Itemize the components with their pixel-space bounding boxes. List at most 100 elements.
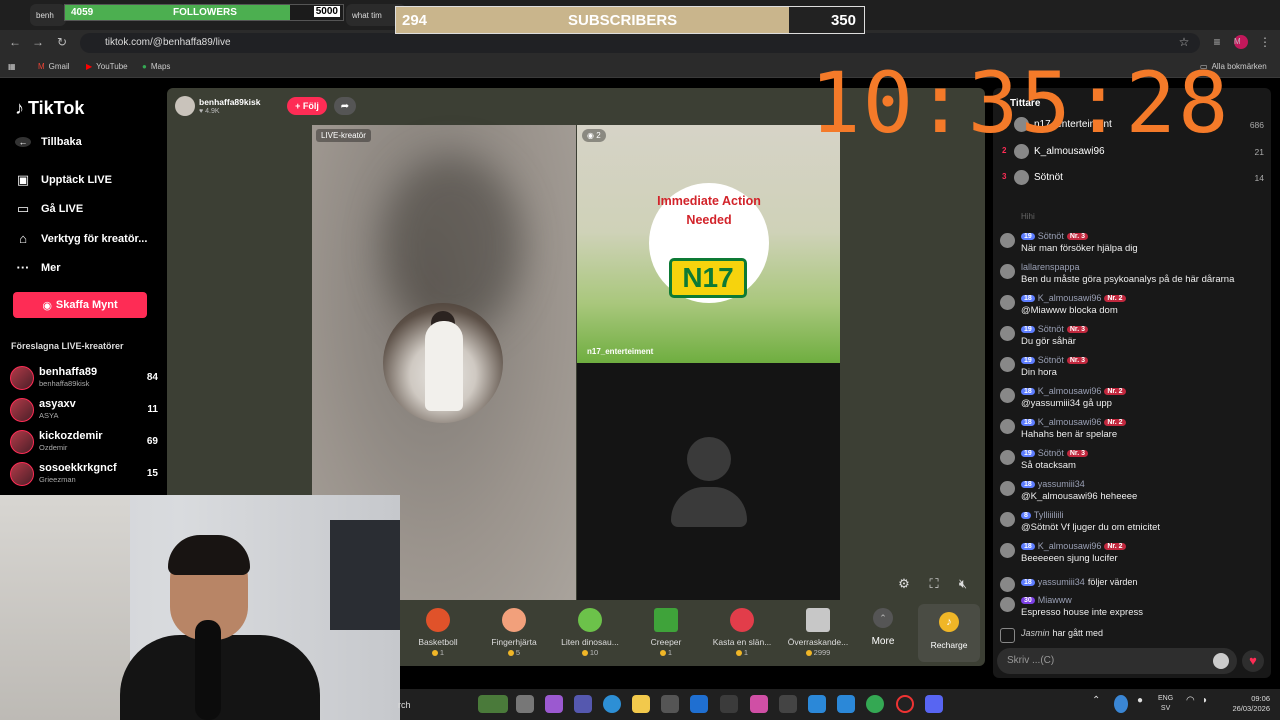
gift-item[interactable]: Creeper 1 [628, 608, 704, 657]
photos-icon[interactable] [808, 695, 826, 713]
time: 09:06 [1251, 694, 1270, 703]
message-text: Du gör såhär [1021, 336, 1076, 347]
fullscreen-icon[interactable]: ⛶ [926, 576, 942, 592]
heart-icon[interactable]: ♥ [1242, 650, 1264, 672]
get-coins-button[interactable]: ◉ Skaffa Mynt [13, 292, 147, 318]
message-text: Hahahs ben är spelare [1021, 429, 1118, 440]
store-icon[interactable] [661, 695, 679, 713]
gift-item[interactable]: Liten dinosau... 10 [552, 608, 628, 657]
emoji-icon[interactable] [1213, 653, 1229, 669]
nav-item-discover-live[interactable]: ▣ Upptäck LIVE [15, 172, 112, 188]
bookmark-maps[interactable]: ● Maps [142, 62, 170, 71]
chat-message: 18 K_almousawi96 Nr. 2 Beeeeeen sjung lucif… [1000, 541, 1265, 567]
chat-username[interactable]: lallarenspappa [1021, 262, 1080, 272]
chat-username[interactable]: Sötnöt [1038, 324, 1064, 334]
chat-username[interactable]: Sötnöt [1038, 231, 1064, 241]
mute-icon[interactable]: 🔇︎ [955, 576, 971, 592]
chat-message: lallarenspappa Ben du måste göra psykoana… [1000, 262, 1265, 288]
chat-input[interactable]: Skriv ...(C) [997, 648, 1237, 674]
copilot-icon[interactable] [545, 695, 563, 713]
chat-username[interactable]: Miawww [1038, 595, 1072, 605]
chrome-icon[interactable] [866, 695, 884, 713]
forward-arrow-icon[interactable]: → [29, 33, 47, 51]
star-icon[interactable]: ☆ [1175, 33, 1193, 51]
settings-gear-icon[interactable]: ⚙ [896, 576, 912, 592]
discord-icon[interactable] [925, 695, 943, 713]
chat-username[interactable]: yassumiii34 [1038, 577, 1085, 587]
teams-icon[interactable] [574, 695, 592, 713]
bookmark-youtube[interactable]: ▶ YouTube [86, 62, 128, 71]
tray-app-icon[interactable] [1114, 695, 1128, 713]
menu-kebab-icon[interactable]: ⋮ [1256, 33, 1274, 51]
chat-username[interactable]: yassumiii34 [1038, 479, 1085, 489]
chat-username[interactable]: K_almousawi96 [1038, 541, 1102, 551]
ranking-row[interactable]: 3 Sötnöt 14 [1000, 168, 1270, 188]
extensions-icon[interactable]: ≡ [1208, 33, 1226, 51]
tiktok-logo[interactable]: ♪ TikTok [15, 98, 84, 119]
rank-badge: Nr. 2 [1104, 542, 1126, 550]
mail-icon[interactable] [690, 695, 708, 713]
level-badge: 18 [1021, 294, 1035, 302]
follow-button[interactable]: + Följ [287, 97, 327, 115]
reload-icon[interactable]: ↻ [53, 33, 71, 51]
volume-icon[interactable]: ◗ [1202, 695, 1214, 713]
share-arrow-icon[interactable]: ➦ [334, 97, 356, 115]
apps-grid-icon[interactable]: ▦ [8, 62, 16, 71]
gift-price: 1 [400, 648, 476, 657]
edge-icon[interactable] [603, 695, 621, 713]
obs-icon[interactable] [896, 695, 914, 713]
url-field[interactable]: tiktok.com/@benhaffa89/live [80, 33, 1200, 53]
file-explorer-icon[interactable] [632, 695, 650, 713]
empty-guest-slot[interactable] [577, 363, 840, 600]
nav-item-more[interactable]: ··· Mer [15, 260, 61, 275]
gift-item[interactable]: Överraskande... 2999 [780, 608, 856, 657]
chat-username[interactable]: Tylliiiliili [1034, 510, 1064, 520]
app-icon[interactable] [837, 695, 855, 713]
widgets-icon[interactable] [478, 695, 508, 713]
profile-avatar[interactable]: M [1232, 33, 1250, 51]
browser-tab[interactable]: benh [30, 4, 66, 26]
rank-badge: Nr. 2 [1104, 418, 1126, 426]
message-header: 8 Tylliiiliili [1021, 510, 1063, 520]
chat-username[interactable]: Jasmin [1021, 628, 1050, 638]
gift-name: Liten dinosau... [561, 637, 619, 647]
back-link[interactable]: ← Tillbaka [15, 136, 82, 148]
chat-username[interactable]: K_almousawi96 [1038, 417, 1102, 427]
chat-username[interactable]: Sötnöt [1038, 448, 1064, 458]
avatar [1000, 419, 1015, 434]
suggested-creator[interactable]: sosoekkrkgncf Grieezman 15 [10, 460, 160, 488]
suggested-creator[interactable]: asyaxv ASYA 11 [10, 396, 160, 424]
nav-item-go-live[interactable]: ▭ Gå LIVE [15, 201, 83, 217]
system-clock[interactable]: 09:06 26/03/2026 [1222, 694, 1270, 714]
join-message: Jasmin har gått med [1000, 626, 1265, 643]
host-info[interactable]: benhaffa89kisk ♥ 4.9K [175, 95, 360, 117]
microsoft365-icon[interactable] [750, 695, 768, 713]
recharge-button[interactable]: ♪ Recharge [918, 604, 980, 662]
gift-item[interactable]: Basketboll 1 [400, 608, 476, 657]
chat-username[interactable]: K_almousawi96 [1038, 386, 1102, 396]
back-arrow-icon[interactable]: ← [6, 33, 24, 51]
chat-message: 19 Sötnöt Nr. 3 Så otacksam [1000, 448, 1265, 474]
suggested-creator[interactable]: benhaffa89 benhaffa89kisk 84 [10, 364, 160, 392]
more-gifts-button[interactable]: ⌃ More [863, 608, 903, 647]
app-icon[interactable] [779, 695, 797, 713]
suggested-creator[interactable]: kickozdemir Ozdemir 69 [10, 428, 160, 456]
chat-username[interactable]: K_almousawi96 [1038, 293, 1102, 303]
rank-badge: Nr. 3 [1066, 449, 1089, 457]
vpn-shield-icon[interactable] [720, 695, 738, 713]
placeholder-person-icon [687, 437, 731, 481]
wifi-icon[interactable]: ◠ [1186, 695, 1198, 713]
level-badge: 18 [1021, 418, 1035, 426]
gift-item[interactable]: Kasta en slän... 1 [704, 608, 780, 657]
nav-item-creator-tools[interactable]: ⌂ Verktyg för kreatör... [15, 231, 147, 246]
microphone-icon[interactable]: ● [1137, 695, 1151, 713]
chat-username[interactable]: Sötnöt [1038, 355, 1064, 365]
nav-label: Upptäck LIVE [41, 174, 112, 186]
language-indicator[interactable]: ENG SV [1158, 694, 1173, 714]
gift-item[interactable]: Fingerhjärta 5 [476, 608, 552, 657]
gift-name: Basketboll [418, 637, 458, 647]
bookmark-gmail[interactable]: M Gmail [38, 62, 70, 71]
chevron-up-icon[interactable]: ⌃ [1092, 695, 1106, 713]
task-view-icon[interactable] [516, 695, 534, 713]
avatar [10, 366, 34, 390]
